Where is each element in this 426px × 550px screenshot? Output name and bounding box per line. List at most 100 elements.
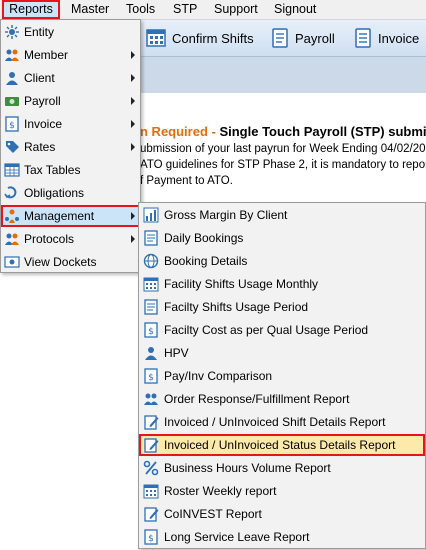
mgmt-item-roster-weekly[interactable]: Roster Weekly report	[139, 480, 425, 502]
mgmt-item-label: CoINVEST Report	[164, 507, 262, 521]
reports-item-label: Invoice	[24, 117, 63, 131]
reports-item-label: Payroll	[24, 94, 61, 108]
payroll-doc-icon	[272, 28, 288, 48]
submenu-arrow-icon	[131, 235, 135, 243]
payroll-button[interactable]: Payroll	[271, 26, 335, 50]
reports-item-payroll[interactable]: Payroll	[1, 90, 140, 112]
mgmt-item-label: Invoiced / UnInvoiced Shift Details Repo…	[164, 415, 386, 429]
mgmt-item-label: Facilty Shifts Usage Period	[164, 300, 309, 314]
invoice-button[interactable]: Invoice	[354, 26, 419, 50]
reports-item-label: Client	[24, 71, 55, 85]
mgmt-item-order-response[interactable]: Order Response/Fulfillment Report	[139, 388, 425, 410]
menu-bar: Reports Master Tools STP Support Signout	[0, 0, 426, 20]
confirm-shifts-label: Confirm Shifts	[172, 30, 254, 46]
reports-item-client[interactable]: Client	[1, 67, 140, 89]
submenu-arrow-icon	[131, 51, 135, 59]
menu-stp[interactable]: STP	[173, 0, 197, 19]
people-icon	[143, 391, 159, 407]
mgmt-item-coinvest[interactable]: CoINVEST Report	[139, 503, 425, 525]
mgmt-item-long-service-leave[interactable]: $ Long Service Leave Report	[139, 526, 425, 548]
reports-item-label: Protocols	[24, 232, 75, 246]
svg-text:$: $	[148, 327, 154, 337]
percent-icon	[143, 460, 159, 476]
document-icon	[143, 299, 159, 315]
reports-item-rates[interactable]: Rates	[1, 136, 140, 158]
mgmt-item-label: Invoiced / UnInvoiced Status Details Rep…	[164, 438, 396, 452]
menu-reports[interactable]: Reports	[2, 0, 60, 19]
globe-icon	[143, 253, 159, 269]
submenu-arrow-icon	[131, 143, 135, 151]
reports-item-entity[interactable]: Entity	[1, 21, 140, 43]
tax-tables-icon	[4, 162, 20, 178]
payroll-label: Payroll	[295, 30, 335, 46]
mgmt-item-booking-details[interactable]: Booking Details	[139, 250, 425, 272]
mgmt-item-label: Gross Margin By Client	[164, 208, 288, 222]
svg-text:$: $	[148, 534, 154, 544]
mgmt-item-daily-bookings[interactable]: Daily Bookings	[139, 227, 425, 249]
mgmt-item-label: Long Service Leave Report	[164, 530, 310, 544]
payroll-icon	[4, 93, 20, 109]
rates-icon	[4, 139, 20, 155]
confirm-shifts-button[interactable]: Confirm Shifts	[146, 26, 254, 50]
notice-line-1: ubmission of your last payrun for Week E…	[140, 143, 426, 155]
menu-tools[interactable]: Tools	[126, 0, 155, 19]
mgmt-item-label: HPV	[164, 346, 189, 360]
svg-text:$: $	[9, 121, 15, 131]
invoice-label: Invoice	[378, 30, 420, 46]
invoice-doc-icon	[355, 28, 371, 48]
notice-line-2: ATO guidelines for STP Phase 2, it is ma…	[140, 159, 426, 171]
notice-warning-text: n Required -	[140, 124, 220, 139]
reports-item-label: Tax Tables	[24, 163, 81, 177]
mgmt-item-label: Daily Bookings	[164, 231, 244, 245]
reports-item-management[interactable]: Management	[1, 205, 140, 227]
reports-item-member[interactable]: Member	[1, 44, 140, 66]
mgmt-item-business-hours[interactable]: Business Hours Volume Report	[139, 457, 425, 479]
document-icon	[143, 230, 159, 246]
reports-item-view-dockets[interactable]: View Dockets	[1, 251, 140, 273]
person-icon	[143, 345, 159, 361]
obligations-icon	[4, 185, 20, 201]
reports-item-protocols[interactable]: Protocols	[1, 228, 140, 250]
calendar-icon	[143, 483, 159, 499]
edit-document-icon	[143, 437, 159, 453]
mgmt-item-label: Facilty Cost as per Qual Usage Period	[164, 323, 369, 337]
reports-item-label: View Dockets	[24, 255, 97, 269]
menu-support[interactable]: Support	[214, 0, 258, 19]
mgmt-item-pay-inv-comparison[interactable]: $ Pay/Inv Comparison	[139, 365, 425, 387]
reports-item-obligations[interactable]: Obligations	[1, 182, 140, 204]
invoice-icon: $	[4, 116, 20, 132]
reports-item-tax-tables[interactable]: Tax Tables	[1, 159, 140, 181]
member-icon	[4, 47, 20, 63]
mgmt-item-label: Business Hours Volume Report	[164, 461, 331, 475]
reports-item-label: Management	[24, 209, 95, 223]
reports-item-label: Rates	[24, 140, 56, 154]
document-dollar-icon: $	[143, 529, 159, 545]
reports-item-label: Obligations	[24, 186, 85, 200]
notice-title-text: Single Touch Payroll (STP) submi	[219, 124, 426, 139]
mgmt-item-facility-shifts-monthly[interactable]: Facility Shifts Usage Monthly	[139, 273, 425, 295]
mgmt-item-gross-margin[interactable]: Gross Margin By Client	[139, 204, 425, 226]
mgmt-item-facility-cost[interactable]: $ Facilty Cost as per Qual Usage Period	[139, 319, 425, 341]
mgmt-item-label: Facility Shifts Usage Monthly	[164, 277, 319, 291]
submenu-arrow-icon	[131, 97, 135, 105]
submenu-arrow-icon	[131, 120, 135, 128]
document-dollar-icon: $	[143, 322, 159, 338]
calendar-grid-icon	[146, 29, 166, 47]
mgmt-item-invoiced-shift-details[interactable]: Invoiced / UnInvoiced Shift Details Repo…	[139, 411, 425, 433]
view-dockets-icon	[4, 254, 20, 270]
mgmt-item-invoiced-status-details[interactable]: Invoiced / UnInvoiced Status Details Rep…	[139, 434, 425, 456]
mgmt-item-label: Roster Weekly report	[164, 484, 277, 498]
menu-signout[interactable]: Signout	[274, 0, 316, 19]
entity-icon	[4, 24, 20, 40]
calendar-icon	[143, 276, 159, 292]
reports-item-label: Entity	[24, 25, 55, 39]
mgmt-item-label: Booking Details	[164, 254, 248, 268]
menu-master[interactable]: Master	[71, 0, 109, 19]
submenu-arrow-icon	[131, 74, 135, 82]
mgmt-item-hpv[interactable]: HPV	[139, 342, 425, 364]
mgmt-item-facility-shifts-period[interactable]: Facilty Shifts Usage Period	[139, 296, 425, 318]
client-icon	[4, 70, 20, 86]
document-dollar-icon: $	[143, 368, 159, 384]
reports-item-invoice[interactable]: $ Invoice	[1, 113, 140, 135]
reports-item-label: Member	[24, 48, 69, 62]
